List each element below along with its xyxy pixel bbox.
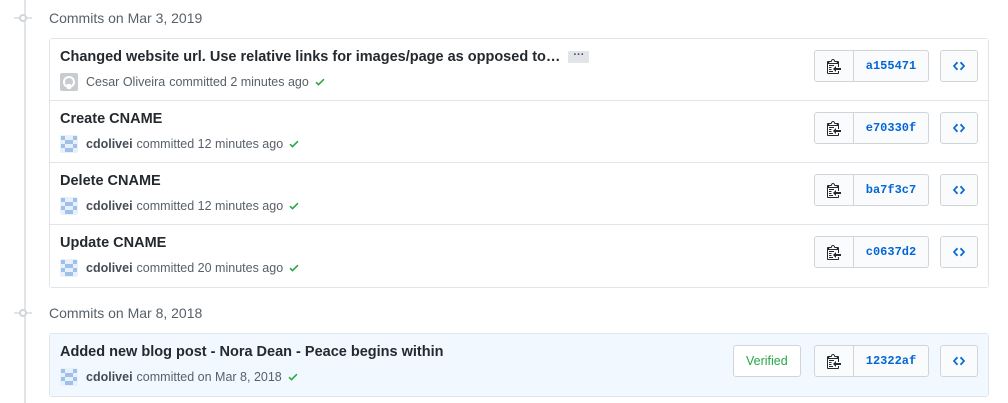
check-icon[interactable]	[288, 138, 300, 150]
author-name[interactable]: cdolivei	[86, 370, 133, 384]
commit-meta: Cesar Oliveira committed 2 minutes ago	[60, 72, 326, 92]
sha-button-group: a155471	[814, 50, 929, 82]
author-name[interactable]: cdolivei	[86, 137, 133, 151]
commit-message[interactable]: Create CNAME	[60, 111, 162, 127]
commit-time: committed 20 minutes ago	[136, 261, 284, 275]
sha-button-group: ba7f3c7	[814, 174, 929, 206]
browse-files-button[interactable]	[940, 50, 978, 82]
check-icon[interactable]	[287, 371, 299, 383]
commit-meta: cdolivei committed 12 minutes ago	[60, 196, 300, 216]
browse-files-button[interactable]	[940, 112, 978, 144]
code-icon	[952, 123, 966, 133]
commit-sha-link[interactable]: c0637d2	[854, 237, 928, 267]
commit-message[interactable]: Changed website url. Use relative links …	[60, 49, 560, 65]
commit-sha-link[interactable]: e70330f	[854, 113, 928, 143]
check-icon[interactable]	[288, 200, 300, 212]
expand-description-button[interactable]: ···	[568, 50, 590, 64]
commit-message-row: Changed website url. Use relative links …	[60, 49, 590, 65]
avatar[interactable]	[60, 135, 78, 153]
copy-sha-button[interactable]	[815, 113, 854, 143]
verified-badge[interactable]: Verified	[733, 345, 801, 377]
commit-row: Create CNAME cdolivei committed 12 minut…	[50, 101, 988, 163]
sha-button-group: c0637d2	[814, 236, 929, 268]
clipboard-icon	[827, 59, 841, 74]
avatar[interactable]	[60, 368, 78, 386]
commit-sha-link[interactable]: 12322af	[854, 346, 928, 376]
commit-row: Added new blog post - Nora Dean - Peace …	[50, 334, 988, 396]
commit-row: Delete CNAME cdolivei committed 12 minut…	[50, 163, 988, 225]
commit-message[interactable]: Added new blog post - Nora Dean - Peace …	[60, 344, 444, 360]
sha-button-group: e70330f	[814, 112, 929, 144]
timeline-line	[24, 0, 26, 403]
code-icon	[952, 61, 966, 71]
commit-time: committed 12 minutes ago	[136, 199, 284, 213]
clipboard-icon	[827, 354, 841, 369]
copy-sha-button[interactable]	[815, 237, 854, 267]
code-icon	[952, 185, 966, 195]
avatar[interactable]	[60, 259, 78, 277]
code-icon	[952, 247, 966, 257]
copy-sha-button[interactable]	[815, 175, 854, 205]
check-icon[interactable]	[288, 262, 300, 274]
author-name[interactable]: Cesar Oliveira	[86, 75, 165, 89]
commit-row: Changed website url. Use relative links …	[50, 39, 988, 101]
avatar[interactable]	[60, 73, 78, 91]
check-icon[interactable]	[314, 76, 326, 88]
author-name[interactable]: cdolivei	[86, 261, 133, 275]
copy-sha-button[interactable]	[815, 346, 854, 376]
group-title: Commits on Mar 8, 2018	[49, 305, 203, 321]
sha-button-group: 12322af	[814, 345, 929, 377]
commit-sha-link[interactable]: ba7f3c7	[854, 175, 928, 205]
clipboard-icon	[827, 183, 841, 198]
commit-message[interactable]: Update CNAME	[60, 235, 166, 251]
commit-meta: cdolivei committed 12 minutes ago	[60, 134, 300, 154]
avatar[interactable]	[60, 197, 78, 215]
commit-row: Update CNAME cdolivei committed 20 minut…	[50, 225, 988, 287]
clipboard-icon	[827, 121, 841, 136]
browse-files-button[interactable]	[940, 345, 978, 377]
author-name[interactable]: cdolivei	[86, 199, 133, 213]
commit-node-icon	[19, 309, 27, 317]
browse-files-button[interactable]	[940, 236, 978, 268]
commit-message[interactable]: Delete CNAME	[60, 173, 161, 189]
commit-sha-link[interactable]: a155471	[854, 51, 928, 81]
commit-time: committed 2 minutes ago	[169, 75, 309, 89]
code-icon	[952, 356, 966, 366]
commit-list: Added new blog post - Nora Dean - Peace …	[49, 333, 989, 397]
browse-files-button[interactable]	[940, 174, 978, 206]
commit-time: committed on Mar 8, 2018	[136, 370, 282, 384]
commit-time: committed 12 minutes ago	[136, 137, 284, 151]
copy-sha-button[interactable]	[815, 51, 854, 81]
commit-meta: cdolivei committed on Mar 8, 2018	[60, 367, 299, 387]
commit-list: Changed website url. Use relative links …	[49, 38, 989, 288]
commit-node-icon	[19, 14, 27, 22]
commit-meta: cdolivei committed 20 minutes ago	[60, 258, 300, 278]
group-title: Commits on Mar 3, 2019	[49, 10, 203, 26]
clipboard-icon	[827, 245, 841, 260]
